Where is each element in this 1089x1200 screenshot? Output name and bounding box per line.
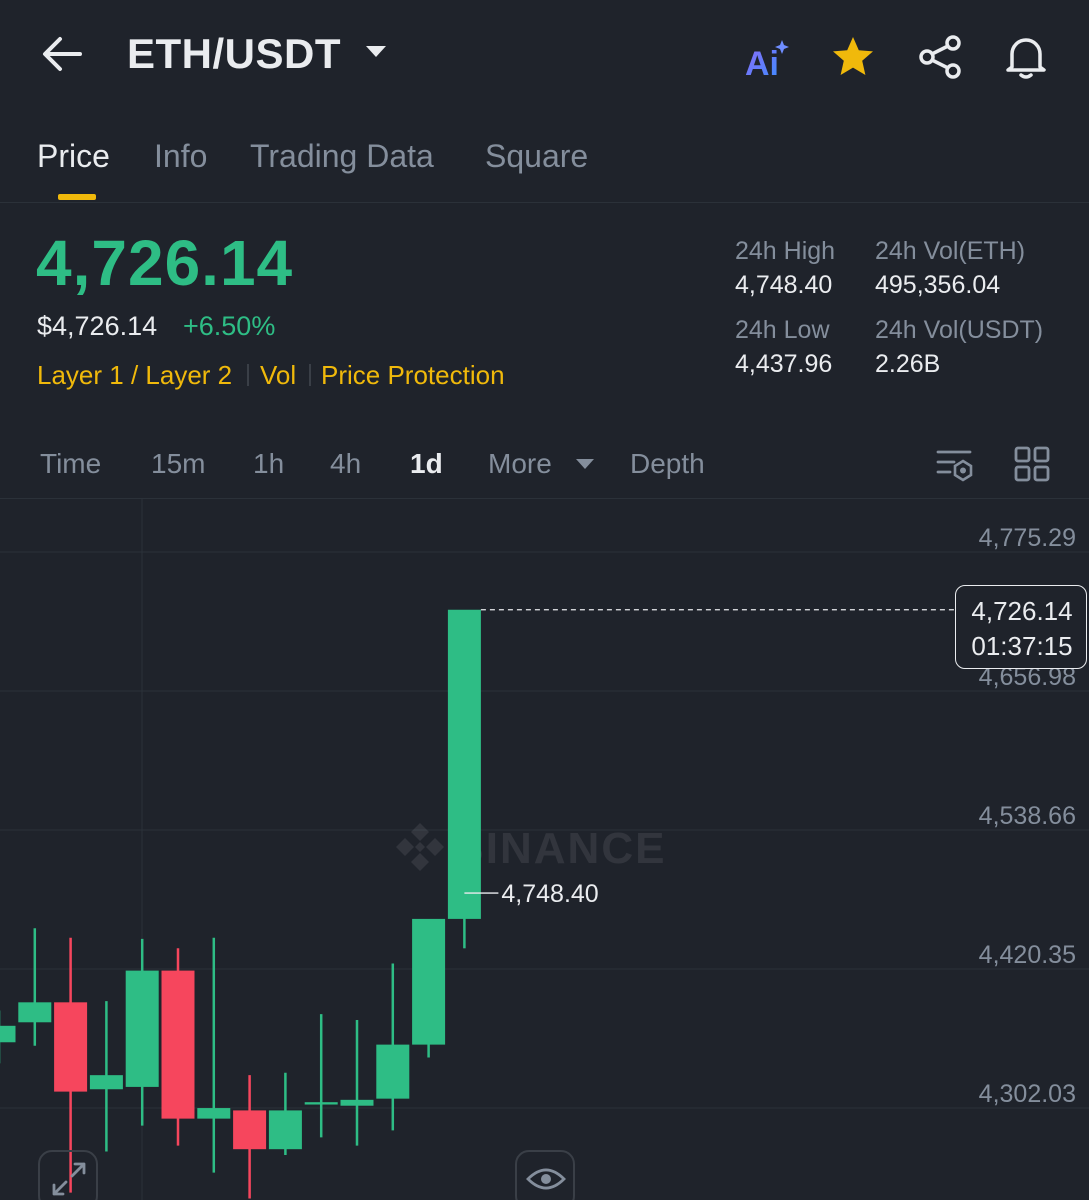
header: ETH/USDT Ai bbox=[0, 0, 1089, 110]
candle bbox=[125, 938, 159, 1126]
candle-body bbox=[268, 1110, 302, 1150]
candle-body bbox=[18, 1002, 52, 1023]
interval-bar: Time 15m 1h 4h 1d More Depth bbox=[0, 440, 1089, 500]
interval-15m[interactable]: 15m bbox=[151, 448, 205, 480]
tab-trading-data[interactable]: Trading Data bbox=[250, 138, 434, 175]
last-price: 4,726.14 bbox=[36, 227, 294, 299]
tag-divider bbox=[309, 364, 311, 386]
candle-body bbox=[447, 609, 481, 919]
current-price-value: 4,726.14 bbox=[971, 596, 1073, 626]
low-value: 4,437.96 bbox=[735, 350, 833, 378]
chevron-down-icon[interactable] bbox=[575, 457, 595, 471]
candle-body bbox=[125, 970, 159, 1087]
candle-body bbox=[233, 1110, 267, 1150]
candle bbox=[0, 1010, 16, 1064]
candle bbox=[268, 1072, 302, 1156]
tab-info[interactable]: Info bbox=[154, 138, 207, 175]
y-tick-label: 4,302.03 bbox=[979, 1080, 1076, 1108]
star-icon[interactable] bbox=[830, 34, 876, 80]
candle bbox=[304, 1014, 338, 1138]
price-change: +6.50% bbox=[183, 311, 276, 341]
tag-divider bbox=[247, 364, 249, 386]
vol-quote-label: 24h Vol(USDT) bbox=[875, 316, 1044, 344]
tag-price-protection[interactable]: Price Protection bbox=[321, 360, 505, 391]
candle bbox=[233, 1075, 267, 1199]
tab-price[interactable]: Price bbox=[37, 138, 110, 175]
interval-depth[interactable]: Depth bbox=[630, 448, 705, 480]
candle-body bbox=[161, 970, 195, 1119]
candles bbox=[0, 609, 481, 1199]
interval-more[interactable]: More bbox=[488, 448, 552, 480]
active-tab-indicator bbox=[58, 194, 96, 200]
candle-body bbox=[412, 918, 446, 1045]
candlestick-chart[interactable]: BINANCE 4,775.294,656.984,538.664,420.35… bbox=[0, 499, 1089, 1200]
vol-base-label: 24h Vol(ETH) bbox=[875, 237, 1026, 265]
usd-price: $4,726.14 bbox=[37, 311, 158, 341]
y-tick-label: 4,420.35 bbox=[979, 941, 1076, 969]
candle-body bbox=[197, 1108, 231, 1119]
candle bbox=[376, 963, 410, 1131]
tab-bar: Price Info Trading Data Square bbox=[0, 130, 1089, 202]
divider bbox=[0, 202, 1089, 203]
candle bbox=[18, 928, 52, 1046]
candle-body bbox=[304, 1102, 338, 1105]
chevron-down-icon[interactable] bbox=[364, 42, 388, 60]
eye-icon bbox=[526, 1168, 566, 1190]
back-icon[interactable] bbox=[40, 34, 84, 74]
candle-body bbox=[54, 1002, 88, 1092]
interval-4h[interactable]: 4h bbox=[330, 448, 361, 480]
candle-body bbox=[340, 1099, 374, 1106]
bell-icon[interactable] bbox=[1003, 34, 1049, 80]
high-label: 24h High bbox=[735, 237, 836, 265]
interval-1d[interactable]: 1d bbox=[410, 448, 443, 480]
y-tick-label: 4,538.66 bbox=[979, 802, 1076, 830]
candle bbox=[340, 1019, 374, 1146]
candle-body bbox=[89, 1075, 123, 1090]
watermark-text: BINANCE bbox=[452, 824, 666, 873]
tab-square[interactable]: Square bbox=[485, 138, 588, 175]
candle bbox=[412, 918, 446, 1058]
share-icon[interactable] bbox=[917, 34, 963, 80]
interval-1h[interactable]: 1h bbox=[253, 448, 284, 480]
candle bbox=[161, 948, 195, 1146]
current-price-label: 4,726.14 01:37:15 bbox=[955, 585, 1087, 669]
tag-vol[interactable]: Vol bbox=[260, 360, 296, 391]
candle-body bbox=[376, 1044, 410, 1099]
toggle-visibility-button[interactable] bbox=[515, 1150, 575, 1200]
pair-title[interactable]: ETH/USDT bbox=[127, 30, 341, 78]
expand-icon bbox=[52, 1162, 86, 1196]
high-value: 4,748.40 bbox=[735, 271, 833, 299]
vol-base-value: 495,356.04 bbox=[875, 271, 1001, 299]
vol-quote-value: 2.26B bbox=[875, 350, 941, 378]
candle bbox=[197, 937, 231, 1173]
candle bbox=[89, 1001, 123, 1152]
y-tick-label: 4,775.29 bbox=[979, 524, 1076, 552]
svg-text:Ai: Ai bbox=[745, 45, 779, 80]
ai-icon[interactable]: Ai bbox=[744, 34, 790, 80]
layout-grid-icon[interactable] bbox=[1014, 446, 1050, 482]
high-marker-label: 4,748.40 bbox=[501, 880, 598, 908]
expand-button[interactable] bbox=[38, 1150, 98, 1200]
tag-layer[interactable]: Layer 1 / Layer 2 bbox=[37, 360, 232, 391]
low-label: 24h Low bbox=[735, 316, 830, 344]
candle-countdown: 01:37:15 bbox=[971, 631, 1073, 661]
chart-settings-icon[interactable] bbox=[936, 448, 974, 482]
candle bbox=[447, 609, 481, 949]
candle-body bbox=[0, 1025, 16, 1043]
interval-time[interactable]: Time bbox=[40, 448, 101, 480]
